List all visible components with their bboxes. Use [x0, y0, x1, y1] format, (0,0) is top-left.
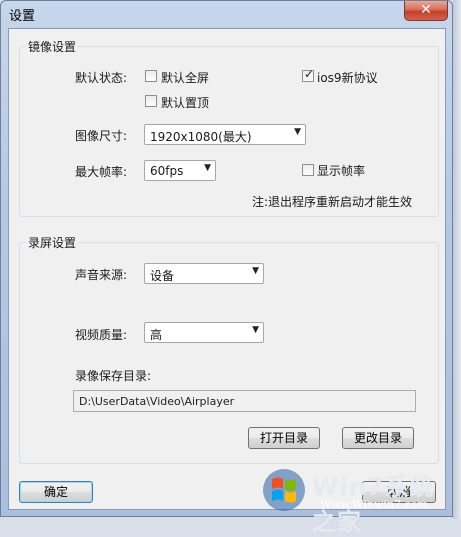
topmost-label[interactable]: 默认置顶 — [161, 94, 209, 111]
audio-source-label: 声音来源: — [75, 268, 128, 282]
chevron-down-icon: ▼ — [294, 127, 301, 137]
save-dir-label: 录像保存目录: — [75, 369, 152, 383]
dialog-client-area: 镜像设置 默认状态: 默认全屏 ✓ ios9新协议 默认置顶 图像尺寸: 192… — [8, 28, 446, 510]
fullscreen-label[interactable]: 默认全屏 — [161, 69, 209, 86]
max-fps-select[interactable]: 60fps ▼ — [144, 160, 216, 181]
topmost-checkbox[interactable] — [145, 95, 157, 107]
windows-logo-icon — [263, 469, 305, 511]
video-quality-label: 视频质量: — [75, 328, 128, 342]
ok-button[interactable]: 确定 — [19, 481, 93, 503]
image-size-label: 图像尺寸: — [75, 129, 128, 143]
default-state-label: 默认状态: — [75, 71, 128, 85]
video-quality-select[interactable]: 高 ▼ — [144, 322, 264, 343]
show-fps-label[interactable]: 显示帧率 — [317, 162, 365, 179]
close-button[interactable]: ✕ — [404, 1, 448, 21]
change-dir-button[interactable]: 更改目录 — [342, 427, 414, 449]
restart-note: 注:退出程序重新启动才能生效 — [252, 195, 413, 209]
ios9-protocol-label[interactable]: ios9新协议 — [317, 69, 378, 86]
chevron-down-icon: ▼ — [252, 266, 259, 276]
close-icon: ✕ — [420, 2, 432, 18]
show-fps-checkbox[interactable] — [302, 164, 314, 176]
open-dir-button[interactable]: 打开目录 — [248, 427, 320, 449]
watermark-logo: Win7系统之家 Www.Winwin7.com — [260, 465, 456, 536]
window-title: 设置 — [9, 9, 36, 24]
save-dir-value: D:\UserData\Video\Airplayer — [79, 395, 235, 408]
record-settings-legend: 录屏设置 — [28, 236, 77, 250]
chevron-down-icon: ▼ — [204, 163, 211, 173]
mirror-settings-legend: 镜像设置 — [28, 40, 77, 54]
watermark-url: Www.Winwin7.com — [320, 498, 428, 511]
image-size-value: 1920x1080(最大) — [150, 130, 252, 144]
title-bar[interactable]: 设置 ✕ — [1, 1, 452, 27]
save-dir-field[interactable]: D:\UserData\Video\Airplayer — [73, 390, 416, 412]
checkmark-icon: ✓ — [304, 67, 315, 81]
audio-source-value: 设备 — [150, 269, 175, 283]
image-size-select[interactable]: 1920x1080(最大) ▼ — [144, 124, 306, 145]
max-fps-label: 最大帧率: — [75, 165, 128, 179]
background-window-edge — [453, 0, 461, 519]
audio-source-select[interactable]: 设备 ▼ — [144, 263, 264, 284]
ios9-protocol-checkbox[interactable]: ✓ — [302, 67, 315, 82]
max-fps-value: 60fps — [150, 164, 184, 178]
chevron-down-icon: ▼ — [252, 325, 259, 335]
fullscreen-checkbox[interactable] — [145, 70, 157, 82]
settings-dialog: 设置 ✕ 镜像设置 默认状态: 默认全屏 ✓ ios9新协议 默认置顶 图像尺寸… — [0, 0, 453, 517]
video-quality-value: 高 — [150, 328, 163, 342]
